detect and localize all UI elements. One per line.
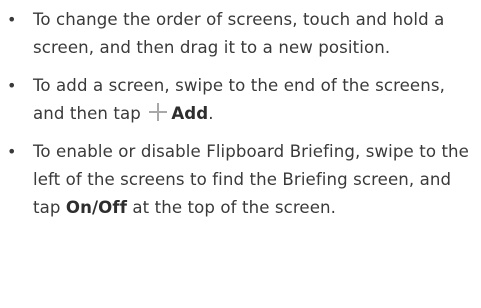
bullet-list: • To change the order of screens, touch … [0,0,481,222]
bullet-text-end: at the top of the screen. [132,198,337,217]
bullet-marker: • [7,76,17,95]
bullet-marker: • [7,142,17,161]
bullet-text-end: . [208,104,214,123]
bullet-text: To add a screen, swipe to the end of the… [33,76,445,123]
on-off-label: On/Off [65,198,128,217]
list-item-flipboard-briefing: • To enable or disable Flipboard Briefin… [0,138,481,222]
add-label: Add [171,104,209,123]
plus-icon [149,103,168,121]
list-item-add-screen: • To add a screen, swipe to the end of t… [0,72,481,128]
bullet-marker: • [7,10,17,29]
bullet-text: To change the order of screens, touch an… [33,10,445,57]
list-item-reorder-screens: • To change the order of screens, touch … [0,6,481,62]
